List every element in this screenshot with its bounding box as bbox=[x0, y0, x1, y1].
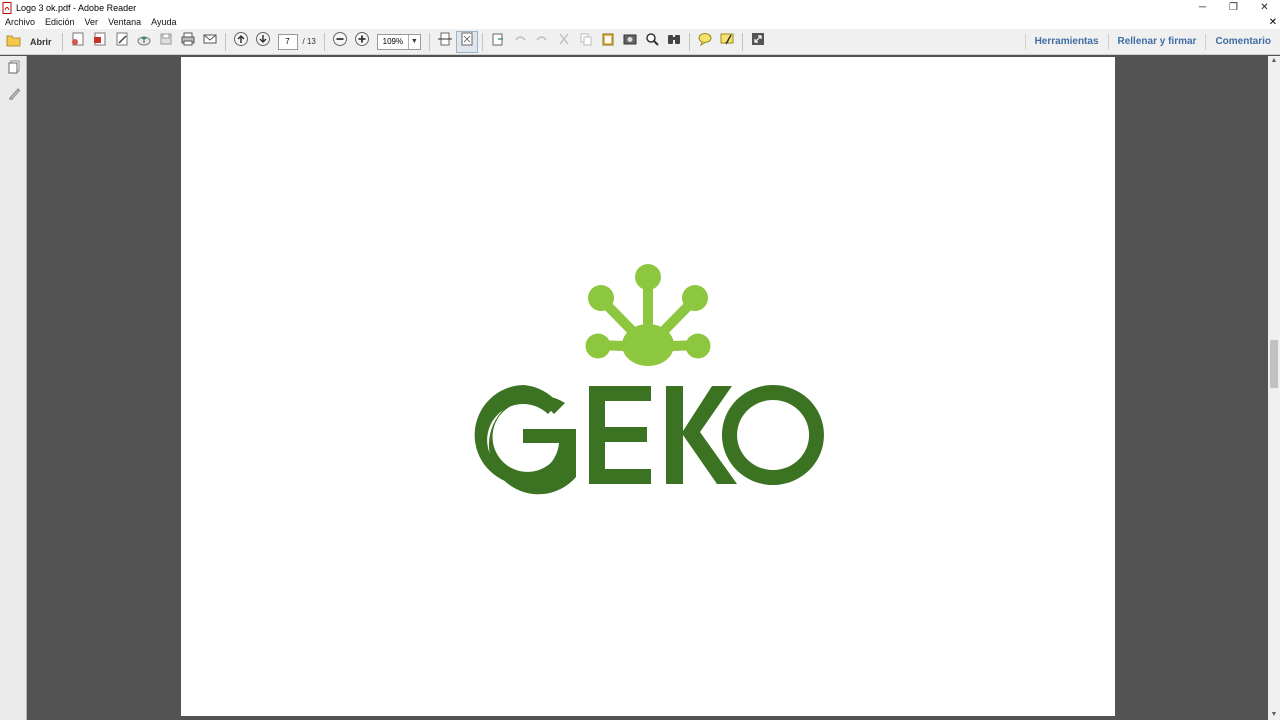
minus-circle-icon bbox=[332, 31, 348, 52]
rellenar-firmar-link[interactable]: Rellenar y firmar bbox=[1109, 36, 1206, 47]
close-button[interactable]: ✕ bbox=[1249, 0, 1280, 15]
adobe-reader-icon bbox=[2, 1, 13, 14]
next-page-button[interactable] bbox=[252, 31, 274, 53]
pages-icon bbox=[7, 60, 21, 79]
page-number-input[interactable]: 7 bbox=[277, 33, 298, 50]
navigation-pane bbox=[0, 56, 27, 720]
zoom-select[interactable]: 109% ▼ bbox=[376, 33, 421, 50]
page-total: / 13 bbox=[302, 37, 316, 46]
frog-foot-mark bbox=[585, 264, 711, 366]
plus-circle-icon bbox=[354, 31, 370, 52]
binoculars-icon bbox=[666, 31, 682, 52]
redo-icon bbox=[534, 31, 550, 52]
vertical-scrollbar[interactable]: ▲ ▼ bbox=[1268, 56, 1280, 720]
pen-icon bbox=[7, 86, 21, 105]
menu-edicion[interactable]: Edición bbox=[40, 17, 80, 27]
folder-icon bbox=[6, 34, 22, 49]
scroll-up-arrow[interactable]: ▲ bbox=[1268, 56, 1280, 66]
speech-bubble-icon bbox=[697, 31, 713, 52]
toolbar-separator bbox=[61, 32, 63, 51]
minimize-button[interactable]: ─ bbox=[1187, 0, 1218, 15]
print-button[interactable] bbox=[177, 31, 199, 53]
menu-ayuda[interactable]: Ayuda bbox=[146, 17, 181, 27]
toolbar-separator bbox=[481, 32, 483, 51]
signatures-button[interactable] bbox=[0, 82, 27, 108]
chevron-down-icon[interactable]: ▼ bbox=[407, 34, 420, 49]
window-title: Logo 3 ok.pdf - Adobe Reader bbox=[16, 2, 137, 13]
undo-icon bbox=[512, 31, 528, 52]
comment-button[interactable] bbox=[694, 31, 716, 53]
scrollbar-thumb[interactable] bbox=[1270, 340, 1278, 388]
convert-pdf-button[interactable] bbox=[89, 31, 111, 53]
upload-button[interactable] bbox=[133, 31, 155, 53]
toolbar-separator bbox=[741, 32, 743, 51]
expand-icon bbox=[750, 31, 766, 52]
toolbar: Abrir 7 / 13 109% ▼ Herramientas Rellena… bbox=[0, 29, 1280, 55]
rotate-page-button[interactable] bbox=[487, 31, 509, 53]
toolbar-separator bbox=[224, 32, 226, 51]
cut-button[interactable] bbox=[553, 31, 575, 53]
pdf-page bbox=[181, 57, 1115, 719]
title-bar: Logo 3 ok.pdf - Adobe Reader ─ ❐ ✕ bbox=[0, 0, 1280, 15]
camera-icon bbox=[622, 31, 638, 52]
copy-icon bbox=[578, 31, 594, 52]
create-pdf-icon bbox=[70, 31, 86, 52]
email-button[interactable] bbox=[199, 31, 221, 53]
full-screen-button[interactable] bbox=[747, 31, 769, 53]
search-button[interactable] bbox=[641, 31, 663, 53]
create-pdf-button[interactable] bbox=[67, 31, 89, 53]
geko-logo bbox=[474, 264, 824, 495]
toolbar-separator bbox=[688, 32, 690, 51]
open-button[interactable]: Abrir bbox=[0, 31, 58, 53]
fit-page-icon bbox=[459, 31, 475, 52]
envelope-icon bbox=[202, 31, 218, 52]
bottom-edge bbox=[28, 716, 1268, 720]
menu-bar: Archivo Edición Ver Ventana Ayuda ✕ bbox=[0, 15, 1280, 29]
save-button[interactable] bbox=[155, 31, 177, 53]
copy-button[interactable] bbox=[575, 31, 597, 53]
fit-width-button[interactable] bbox=[434, 31, 456, 53]
menu-ver[interactable]: Ver bbox=[80, 17, 104, 27]
arrow-down-icon bbox=[255, 31, 271, 52]
cloud-upload-icon bbox=[136, 31, 152, 52]
undo-button[interactable] bbox=[509, 31, 531, 53]
arrow-up-icon bbox=[233, 31, 249, 52]
printer-icon bbox=[180, 31, 196, 52]
document-view[interactable] bbox=[28, 56, 1268, 720]
scissors-icon bbox=[556, 31, 572, 52]
redo-button[interactable] bbox=[531, 31, 553, 53]
rotate-page-icon bbox=[490, 31, 506, 52]
restore-button[interactable]: ❐ bbox=[1218, 0, 1249, 15]
zoom-out-button[interactable] bbox=[329, 31, 351, 53]
menu-ventana[interactable]: Ventana bbox=[103, 17, 146, 27]
open-label: Abrir bbox=[30, 36, 52, 47]
snapshot-button[interactable] bbox=[619, 31, 641, 53]
close-document-button[interactable]: ✕ bbox=[1266, 17, 1280, 28]
previous-page-button[interactable] bbox=[230, 31, 252, 53]
advanced-search-button[interactable] bbox=[663, 31, 685, 53]
pencil-doc-icon bbox=[114, 31, 130, 52]
pdf-convert-icon bbox=[92, 31, 108, 52]
geko-wordmark bbox=[474, 385, 824, 495]
fit-width-icon bbox=[437, 31, 453, 52]
zoom-value: 109% bbox=[382, 36, 404, 46]
zoom-in-button[interactable] bbox=[351, 31, 373, 53]
clipboard-icon bbox=[600, 31, 616, 52]
highlight-note-icon bbox=[719, 31, 735, 52]
menu-archivo[interactable]: Archivo bbox=[0, 17, 40, 27]
toolbar-separator bbox=[323, 32, 325, 51]
page-thumbnails-button[interactable] bbox=[0, 56, 27, 82]
scroll-down-arrow[interactable]: ▼ bbox=[1268, 710, 1280, 720]
toolbar-separator bbox=[428, 32, 430, 51]
save-icon bbox=[158, 31, 174, 52]
herramientas-link[interactable]: Herramientas bbox=[1026, 36, 1108, 47]
paste-button[interactable] bbox=[597, 31, 619, 53]
search-icon bbox=[644, 31, 660, 52]
task-pane-links: Herramientas Rellenar y firmar Comentari… bbox=[1024, 29, 1280, 54]
highlight-button[interactable] bbox=[716, 31, 738, 53]
comentario-link[interactable]: Comentario bbox=[1206, 36, 1280, 47]
fit-page-button[interactable] bbox=[455, 30, 478, 53]
edit-pdf-button[interactable] bbox=[111, 31, 133, 53]
